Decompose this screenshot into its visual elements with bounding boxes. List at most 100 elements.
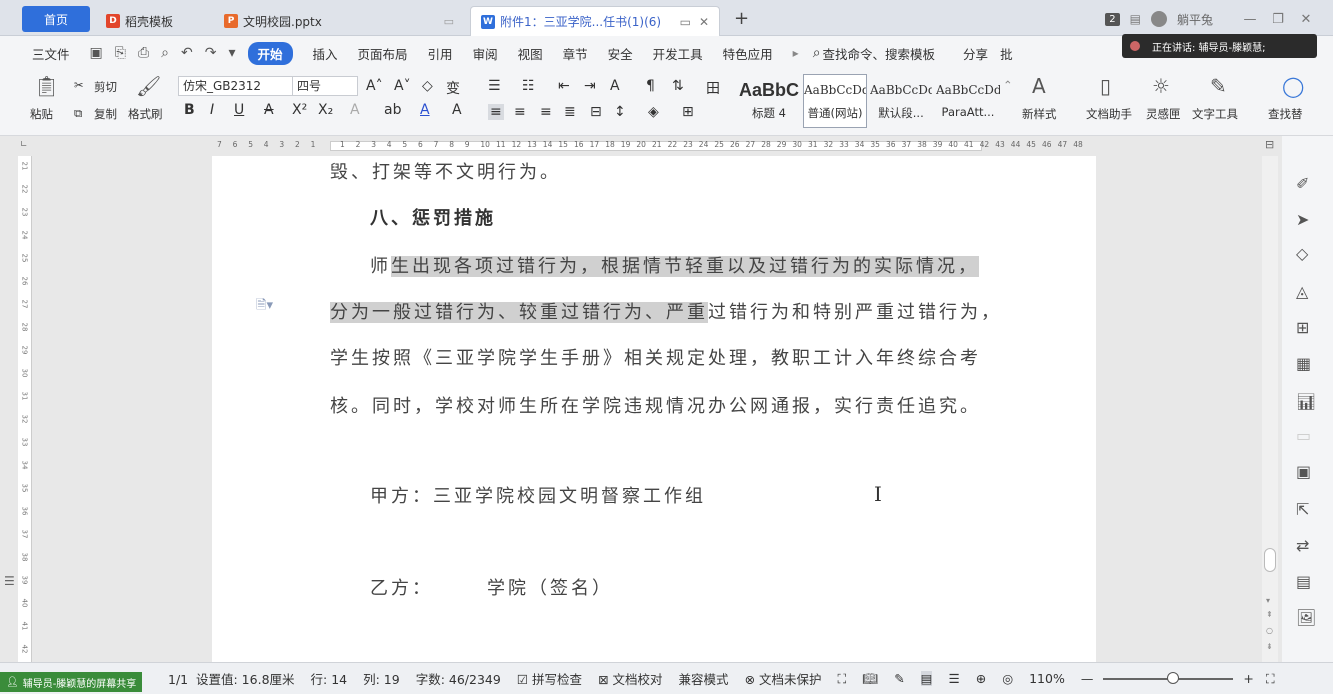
doc-helper-icon[interactable]: ▯ [1100, 74, 1111, 98]
batch-button[interactable]: 批 [1000, 44, 1013, 63]
fullscreen-icon[interactable]: ⛶ [838, 671, 847, 687]
gallery-icon[interactable]: ▣ [1296, 462, 1311, 481]
tab-active-document[interactable]: W 附件1：三亚学院...任书(1)(6) ▭ ✕ [470, 6, 720, 36]
style-set-icon[interactable]: ◬ [1296, 282, 1308, 301]
new-style-button[interactable]: 新样式 [1022, 106, 1057, 122]
copy-button[interactable]: 复制 [94, 106, 117, 122]
menu-view[interactable]: 视图 [518, 44, 543, 63]
menu-security[interactable]: 安全 [608, 44, 633, 63]
spell-check-button[interactable]: ☑ 拼写检查 [517, 669, 582, 688]
align-right-icon[interactable]: ≡ [540, 104, 552, 120]
shading-icon[interactable]: ◈ [648, 104, 659, 120]
style-para-attribute[interactable]: AaBbCcDd ParaAtt... [935, 74, 1001, 128]
borders-icon[interactable]: 田 [706, 78, 720, 98]
sort-icon[interactable]: ⇅ [672, 78, 684, 94]
table-borders-icon[interactable]: ⊞ [682, 104, 694, 120]
underline-icon[interactable]: U [234, 102, 244, 118]
window-count-badge[interactable]: 2 [1105, 12, 1120, 26]
text-tools-icon[interactable]: ✎ [1210, 74, 1227, 98]
italic-icon[interactable]: I [210, 102, 214, 118]
protect-button[interactable]: ⊗ 文档未保护 [745, 669, 822, 688]
inspiration-icon[interactable]: ☼ [1152, 74, 1170, 98]
scrollbar-thumb[interactable] [1264, 548, 1276, 572]
pinyin-icon[interactable]: 变 [446, 78, 460, 98]
status-setting-value[interactable]: 设置值: 16.8厘米 [196, 669, 295, 688]
next-page-icon[interactable]: ⇟ [1266, 642, 1273, 651]
menu-overflow-icon[interactable]: ▸ [793, 46, 799, 60]
cut-icon[interactable]: ✂ [74, 78, 84, 92]
select-browse-icon[interactable]: ○ [1266, 626, 1273, 635]
write-mode-icon[interactable]: ✎ [894, 671, 904, 686]
outline-view-icon[interactable]: ☰ [948, 671, 959, 686]
menu-developer[interactable]: 开发工具 [653, 44, 703, 63]
redo-icon[interactable]: ↷ [205, 45, 217, 61]
numbering-icon[interactable]: ☷ [522, 78, 535, 94]
line-spacing-icon[interactable]: ↕ [614, 104, 626, 120]
restore-icon[interactable]: ❐ [1269, 12, 1287, 27]
zoom-in-icon[interactable]: + [1243, 671, 1253, 686]
highlight-icon[interactable]: ab [384, 102, 401, 118]
new-tab-button[interactable]: + [734, 8, 749, 29]
paste-icon[interactable]: 📋︎ [34, 74, 59, 98]
chart-icon[interactable]: 📊︎ [1296, 392, 1316, 411]
tab-pptx[interactable]: P 文明校园.pptx ▭ [214, 6, 464, 36]
export-icon[interactable]: ⇱ [1296, 500, 1309, 519]
pen-icon[interactable]: ✐ [1296, 174, 1309, 193]
grow-font-icon[interactable]: A˄ [366, 78, 383, 94]
monitor-icon[interactable]: ▭ [444, 15, 454, 28]
inspiration-button[interactable]: 灵感匣 [1146, 106, 1181, 122]
cabinet-icon[interactable]: ▤ [1296, 572, 1311, 591]
menu-review[interactable]: 审阅 [473, 44, 498, 63]
doc-party-b[interactable]: 乙方： 学院（签名） [370, 574, 613, 600]
status-page-number[interactable]: 1/1 [168, 672, 188, 687]
zoom-level[interactable]: 110% [1029, 671, 1065, 686]
paragraph-handle-icon[interactable]: 🗎︎▾ [256, 296, 273, 318]
font-name-select[interactable]: 仿宋_GB2312 [178, 76, 294, 96]
paste-button[interactable]: 粘贴 [30, 106, 53, 122]
align-center-icon[interactable]: ≡ [514, 104, 526, 120]
format-painter-icon[interactable]: 🖌︎ [136, 74, 161, 98]
export-icon[interactable]: ⎘ [115, 45, 126, 61]
strikethrough-icon[interactable]: A [264, 102, 274, 118]
print-icon[interactable]: ⎙ [138, 45, 149, 61]
menu-special-apps[interactable]: 特色应用 [723, 44, 773, 63]
file-menu[interactable]: 三文件 [32, 44, 70, 63]
format-painter-button[interactable]: 格式刷 [128, 106, 163, 122]
customize-icon[interactable]: ▾ [228, 45, 235, 61]
select-cursor-icon[interactable]: ➤ [1296, 210, 1309, 229]
fit-window-icon[interactable]: ⛶ [1266, 671, 1275, 687]
scroll-down-icon[interactable]: ▾ [1266, 596, 1270, 605]
image-icon[interactable]: 🖼︎ [1296, 608, 1316, 627]
style-normal-web[interactable]: AaBbCcDd 普通(网站) [803, 74, 867, 128]
increase-indent-icon[interactable]: ⇥ [584, 78, 596, 94]
page-view-icon[interactable]: ▤ [920, 671, 933, 686]
subscript-icon[interactable]: X₂ [318, 102, 333, 118]
reading-mode-icon[interactable]: 📖︎ [862, 671, 878, 687]
new-style-icon[interactable]: A [1032, 74, 1046, 98]
cut-button[interactable]: 剪切 [94, 79, 117, 95]
doc-party-a[interactable]: 甲方：三亚学院校园文明督察工作组 [370, 482, 706, 508]
doc-paragraph-line-1[interactable]: 师生出现各项过错行为，根据情节轻重以及过错行为的实际情况， [370, 252, 979, 278]
monitor-icon[interactable]: ▭ [680, 15, 691, 29]
web-view-icon[interactable]: ⊕ [976, 671, 986, 686]
doc-line-0[interactable]: 毁、打架等不文明行为。 [330, 158, 561, 184]
translate-icon[interactable]: ⇄ [1296, 536, 1309, 555]
bullets-icon[interactable]: ☰ [488, 78, 501, 94]
justify-icon[interactable]: ≣ [564, 104, 576, 120]
menu-page-layout[interactable]: 页面布局 [358, 44, 408, 63]
preview-icon[interactable]: ⌕ [161, 45, 169, 61]
close-icon[interactable]: ✕ [699, 15, 709, 29]
shapes-icon[interactable]: ◇ [1296, 244, 1308, 263]
shrink-font-icon[interactable]: A˅ [394, 78, 411, 94]
user-name[interactable]: 躺平兔 [1177, 11, 1213, 28]
table-icon[interactable]: ⊞ [1296, 318, 1309, 337]
style-default-paragraph[interactable]: AaBbCcDd 默认段... [869, 74, 933, 128]
clear-format-icon[interactable]: ◇ [422, 78, 433, 94]
find-replace-button[interactable]: 查找替 [1268, 106, 1303, 122]
doc-paragraph-line-3[interactable]: 学生按照《三亚学院学生手册》相关规定处理，教职工计入年终综合考 [330, 344, 981, 370]
outline-icon[interactable]: ☰ [4, 574, 15, 588]
char-shading-icon[interactable]: A [452, 102, 462, 118]
font-color-icon[interactable]: A [420, 102, 430, 118]
prev-page-icon[interactable]: ⇞ [1266, 610, 1273, 619]
font-size-select[interactable]: 四号 [292, 76, 358, 96]
